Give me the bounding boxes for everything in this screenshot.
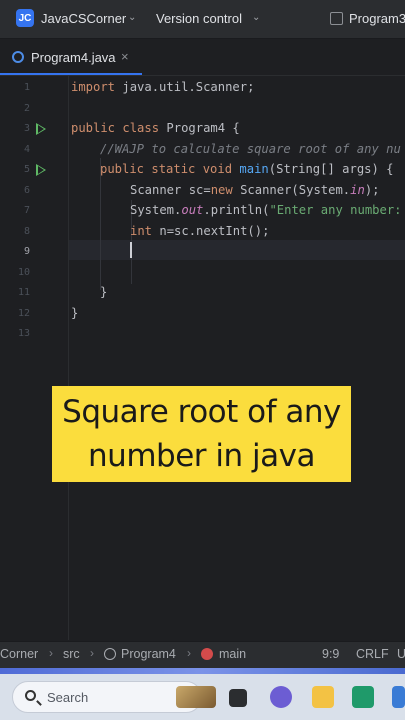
task-view-icon[interactable] — [229, 689, 247, 707]
app-icon[interactable] — [392, 686, 405, 708]
code-line-3: public class Program4 { — [71, 121, 240, 135]
widget-image-icon[interactable] — [176, 686, 216, 708]
code-line-11: } — [100, 285, 108, 299]
run-config-name[interactable]: Program3 — [349, 11, 405, 26]
line-number: 10 — [17, 267, 30, 278]
gutter-separator — [68, 76, 69, 640]
code-line-1: import java.util.Scanner; — [71, 80, 255, 94]
line-separator[interactable]: CRLF — [356, 647, 389, 661]
line-number: 13 — [17, 328, 30, 339]
project-badge[interactable]: JC — [16, 9, 34, 27]
line-number: 3 — [23, 123, 30, 134]
chevron-right-icon: › — [187, 646, 191, 660]
file-encoding[interactable]: U — [397, 647, 405, 661]
file-explorer-icon[interactable] — [312, 686, 334, 708]
title-bar: JC JavaCSCorner ⌄ Version control ⌄ Prog… — [0, 0, 405, 39]
code-line-12: } — [71, 306, 79, 320]
indent-guide — [100, 158, 101, 290]
tab-program4[interactable]: Program4.java × — [0, 39, 142, 75]
code-line-7: System.out.println("Enter any number: — [130, 203, 402, 217]
code-line-5: public static void main(String[] args) { — [100, 162, 394, 176]
project-name[interactable]: JavaCSCorner — [41, 11, 126, 26]
chevron-down-icon[interactable]: ⌄ — [128, 12, 136, 23]
java-class-icon — [12, 51, 24, 63]
method-icon — [201, 648, 213, 660]
chat-icon[interactable] — [270, 686, 292, 708]
tab-label: Program4.java — [31, 50, 116, 65]
line-number: 12 — [17, 308, 30, 319]
run-class-icon[interactable] — [36, 123, 46, 135]
version-control-menu[interactable]: Version control — [156, 11, 242, 26]
text-caret — [130, 242, 132, 258]
status-bar: Corner › src › Program4 › main 9:9 CRLF … — [0, 641, 405, 668]
code-editor[interactable]: 1 2 3 4 5 6 7 8 9 10 11 12 13 import jav… — [0, 76, 405, 640]
search-placeholder: Search — [47, 690, 89, 705]
code-line-6: Scanner sc=new Scanner(System.in); — [130, 183, 380, 197]
chevron-right-icon: › — [90, 646, 94, 660]
line-number: 11 — [17, 287, 30, 298]
chevron-down-icon[interactable]: ⌄ — [252, 12, 260, 23]
class-icon — [104, 648, 116, 660]
code-line-8: int n=sc.nextInt(); — [130, 224, 270, 238]
taskbar-search-input[interactable]: Search — [12, 681, 202, 713]
line-number: 5 — [23, 164, 30, 175]
store-icon[interactable] — [352, 686, 374, 708]
current-line-highlight — [69, 240, 405, 260]
line-number-current: 9 — [23, 246, 30, 257]
run-config-icon[interactable] — [330, 12, 343, 25]
run-main-icon[interactable] — [36, 164, 46, 176]
line-number: 2 — [23, 103, 30, 114]
editor-tab-bar: Program4.java × — [0, 39, 405, 76]
breadcrumb-class[interactable]: Program4 — [121, 647, 176, 661]
line-number: 4 — [23, 144, 30, 155]
breadcrumb-src[interactable]: src — [63, 647, 80, 661]
caption-overlay: Square root of any number in java — [52, 386, 351, 482]
breadcrumb-project[interactable]: Corner — [0, 647, 38, 661]
taskbar-accent-strip — [0, 668, 405, 674]
line-number: 6 — [23, 185, 30, 196]
chevron-right-icon: › — [49, 646, 53, 660]
caret-position[interactable]: 9:9 — [322, 647, 339, 661]
line-number: 7 — [23, 205, 30, 216]
breadcrumb-method[interactable]: main — [219, 647, 246, 661]
close-icon[interactable]: × — [121, 49, 129, 64]
caption-line-2: number in java — [88, 438, 315, 474]
line-number: 8 — [23, 226, 30, 237]
code-line-4: //WAJP to calculate square root of any n… — [100, 142, 401, 156]
line-number: 1 — [23, 82, 30, 93]
search-icon — [25, 690, 36, 701]
caption-line-1: Square root of any — [62, 394, 341, 430]
